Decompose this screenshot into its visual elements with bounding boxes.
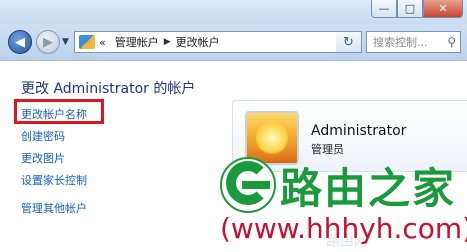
window-controls: — □ ✕	[371, 0, 463, 18]
search-icon[interactable]: ⚲	[447, 35, 456, 49]
task-create-password[interactable]: 创建密码	[21, 128, 65, 144]
task-parental-controls[interactable]: 设置家长控制	[21, 172, 87, 188]
recent-pages-dropdown[interactable]: ▼	[62, 37, 69, 47]
logo-text: 路由之家	[280, 164, 457, 213]
search-input[interactable]: 搜索控制... ⚲	[366, 31, 461, 53]
task-change-picture[interactable]: 更改图片	[21, 150, 65, 166]
navigation-bar: ◀ ▶ ▼ « 管理帐户 ▶ 更改帐户 ▼ ↻ 搜索控制... ⚲	[0, 24, 467, 61]
breadcrumb-prefix[interactable]: «	[99, 36, 106, 49]
chevron-right-icon[interactable]: ▶	[164, 37, 171, 47]
address-bar[interactable]: « 管理帐户 ▶ 更改帐户 ▼	[74, 31, 362, 53]
user-name: Administrator	[311, 123, 407, 139]
maximize-button[interactable]: □	[397, 0, 423, 18]
sun-picture-icon	[255, 121, 289, 155]
refresh-button[interactable]: ↻	[336, 31, 362, 53]
minimize-button[interactable]: —	[371, 0, 397, 18]
title-bar: — □ ✕	[0, 0, 467, 24]
brand-logo: 路由之家	[216, 155, 467, 213]
close-button[interactable]: ✕	[423, 0, 463, 18]
page-title: 更改 Administrator 的帐户	[21, 81, 196, 97]
control-panel-icon	[79, 35, 95, 49]
highlight-box	[14, 99, 104, 124]
logo-e-icon	[220, 157, 276, 213]
brand-url: (www.hhhyh.com)	[220, 212, 467, 245]
main-content: 更改 Administrator 的帐户 更改帐户名称 创建密码 更改图片 设置…	[0, 61, 467, 252]
task-manage-other-accounts[interactable]: 管理其他帐户	[21, 200, 87, 216]
back-button[interactable]: ◀	[8, 30, 32, 54]
breadcrumb-manage-accounts[interactable]: 管理帐户	[115, 34, 159, 50]
forward-button[interactable]: ▶	[36, 30, 60, 54]
search-placeholder: 搜索控制...	[373, 36, 428, 49]
breadcrumb-change-account[interactable]: 更改帐户	[176, 34, 220, 50]
